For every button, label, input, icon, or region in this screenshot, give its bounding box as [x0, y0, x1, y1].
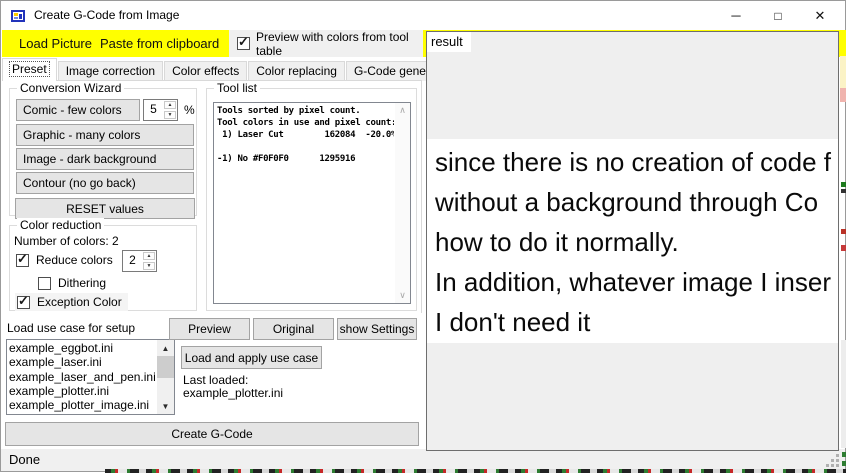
spinner-up-icon[interactable]: ▲ [143, 252, 155, 260]
list-item[interactable]: example_plotter_image.ini [9, 398, 156, 412]
scrollbar-thumb[interactable] [157, 356, 174, 378]
checkbox-box: ✓ [237, 37, 250, 50]
maximize-icon: □ [774, 9, 781, 23]
comic-percent-spinner[interactable]: 5 ▲ ▼ [143, 99, 178, 121]
last-loaded-value: example_plotter.ini [183, 386, 283, 400]
exception-color-checkbox[interactable]: ✓ Exception Color [15, 293, 128, 311]
group-title: Color reduction [17, 218, 104, 232]
tool-list-scrollbar[interactable]: ∧ ∨ [395, 103, 410, 303]
edge-artifact [842, 452, 846, 457]
conversion-wizard-group: Conversion Wizard Comic - few colors 5 ▲… [9, 88, 197, 216]
group-title: Conversion Wizard [17, 81, 124, 95]
minimize-icon: ─ [731, 8, 740, 23]
use-case-list: example_eggbot.ini example_laser.ini exa… [9, 341, 156, 413]
scroll-up-icon[interactable]: ▲ [157, 340, 174, 356]
list-item[interactable]: example_laser.ini [9, 355, 156, 369]
window-title: Create G-Code from Image [34, 8, 179, 22]
edge-artifact [841, 245, 846, 251]
list-item[interactable]: example_eggbot.ini [9, 341, 156, 355]
edge-artifact [841, 229, 846, 234]
spinner-value: 2 [123, 251, 142, 271]
reduce-colors-spinner[interactable]: 2 ▲ ▼ [122, 250, 157, 272]
checkbox-box: ✓ [17, 296, 30, 309]
checkbox-box [38, 277, 51, 290]
tab-color-effects[interactable]: Color effects [164, 61, 247, 81]
result-text-line: In addition, whatever image I inser [427, 262, 838, 302]
reduce-colors-checkbox[interactable]: ✓ Reduce colors [16, 253, 113, 267]
contour-no-go-back-button[interactable]: Contour (no go back) [16, 172, 194, 194]
spinner-down-icon[interactable]: ▼ [143, 262, 155, 270]
checkbox-box: ✓ [16, 254, 29, 267]
app-icon [10, 8, 26, 24]
check-icon: ✓ [17, 251, 28, 267]
graphic-many-colors-button[interactable]: Graphic - many colors [16, 124, 194, 146]
listbox-scrollbar[interactable]: ▲ ▼ [157, 340, 174, 414]
spinner-down-icon[interactable]: ▼ [164, 111, 176, 119]
tab-image-correction[interactable]: Image correction [58, 61, 163, 81]
scroll-down-icon[interactable]: ▼ [157, 398, 174, 414]
edge-artifact [840, 56, 846, 88]
spinner-value: 5 [144, 100, 163, 120]
tool-list-content: Tools sorted by pixel count. Tool colors… [217, 105, 394, 301]
tab-color-replacing[interactable]: Color replacing [248, 61, 345, 81]
reset-values-button[interactable]: RESET values [15, 198, 195, 219]
tab-strip: Preset Image correction Color effects Co… [2, 58, 465, 81]
exception-color-label: Exception Color [37, 295, 122, 309]
paste-from-clipboard-menu-item[interactable]: Paste from clipboard [94, 30, 225, 57]
bottom-edge-artifact [105, 469, 846, 473]
minimize-button[interactable]: ─ [715, 1, 757, 30]
close-button[interactable]: ✕ [799, 1, 841, 30]
dithering-label: Dithering [58, 276, 106, 290]
resize-grip[interactable] [825, 453, 839, 467]
edge-artifact [841, 340, 846, 448]
status-bar: Done [1, 449, 845, 471]
load-apply-use-case-button[interactable]: Load and apply use case [181, 346, 322, 369]
dithering-checkbox[interactable]: Dithering [38, 276, 106, 290]
result-image: since there is no creation of code f wit… [427, 139, 838, 343]
reduce-colors-label: Reduce colors [36, 253, 113, 267]
number-of-colors-label: Number of colors: 2 [14, 234, 119, 248]
edge-artifact [842, 461, 846, 466]
use-case-label: Load use case for setup [7, 321, 135, 335]
result-panel: result since there is no creation of cod… [426, 31, 839, 451]
edge-artifact [841, 189, 846, 193]
chevron-up-icon[interactable]: ∧ [395, 103, 410, 118]
edge-artifact [840, 88, 846, 102]
preview-colors-checkbox[interactable]: ✓ Preview with colors from tool table [229, 30, 423, 57]
original-button[interactable]: Original [253, 318, 334, 340]
window: Create G-Code from Image ─ □ ✕ Load Pict… [0, 0, 846, 472]
list-item[interactable]: example_laser_and_pen.ini [9, 370, 156, 384]
group-title: Tool list [214, 81, 260, 95]
result-text-line: how to do it normally. [427, 222, 838, 262]
last-loaded-label: Last loaded: [183, 373, 248, 387]
title-bar: Create G-Code from Image ─ □ ✕ [1, 1, 845, 30]
check-icon: ✓ [18, 293, 29, 309]
comic-few-colors-button[interactable]: Comic - few colors [16, 99, 140, 121]
list-item[interactable]: example_plotter.ini [9, 384, 156, 398]
preview-button[interactable]: Preview [169, 318, 250, 340]
chevron-down-icon[interactable]: ∨ [395, 288, 410, 303]
result-text-line: I don't need it [427, 302, 838, 342]
result-label: result [427, 32, 471, 52]
maximize-button[interactable]: □ [757, 1, 799, 30]
tool-list-textarea[interactable]: Tools sorted by pixel count. Tool colors… [213, 102, 411, 304]
status-text: Done [9, 452, 40, 467]
tab-preset[interactable]: Preset [2, 58, 57, 81]
show-settings-button[interactable]: show Settings [337, 318, 417, 340]
color-reduction-group: Color reduction Number of colors: 2 ✓ Re… [9, 225, 197, 311]
use-case-listbox[interactable]: example_eggbot.ini example_laser.ini exa… [6, 339, 175, 415]
edge-artifact [841, 182, 846, 187]
close-icon: ✕ [815, 8, 826, 24]
preview-colors-label: Preview with colors from tool table [256, 30, 423, 58]
result-text-line: without a background through Co [427, 182, 838, 222]
tool-list-group: Tool list Tools sorted by pixel count. T… [206, 88, 417, 311]
result-text-line: since there is no creation of code f [427, 142, 838, 182]
percent-label: % [184, 103, 195, 117]
image-dark-background-button[interactable]: Image - dark background [16, 148, 194, 170]
spinner-up-icon[interactable]: ▲ [164, 101, 176, 109]
check-icon: ✓ [238, 34, 249, 50]
create-gcode-button[interactable]: Create G-Code [5, 422, 419, 446]
load-picture-menu-item[interactable]: Load Picture [13, 30, 98, 57]
